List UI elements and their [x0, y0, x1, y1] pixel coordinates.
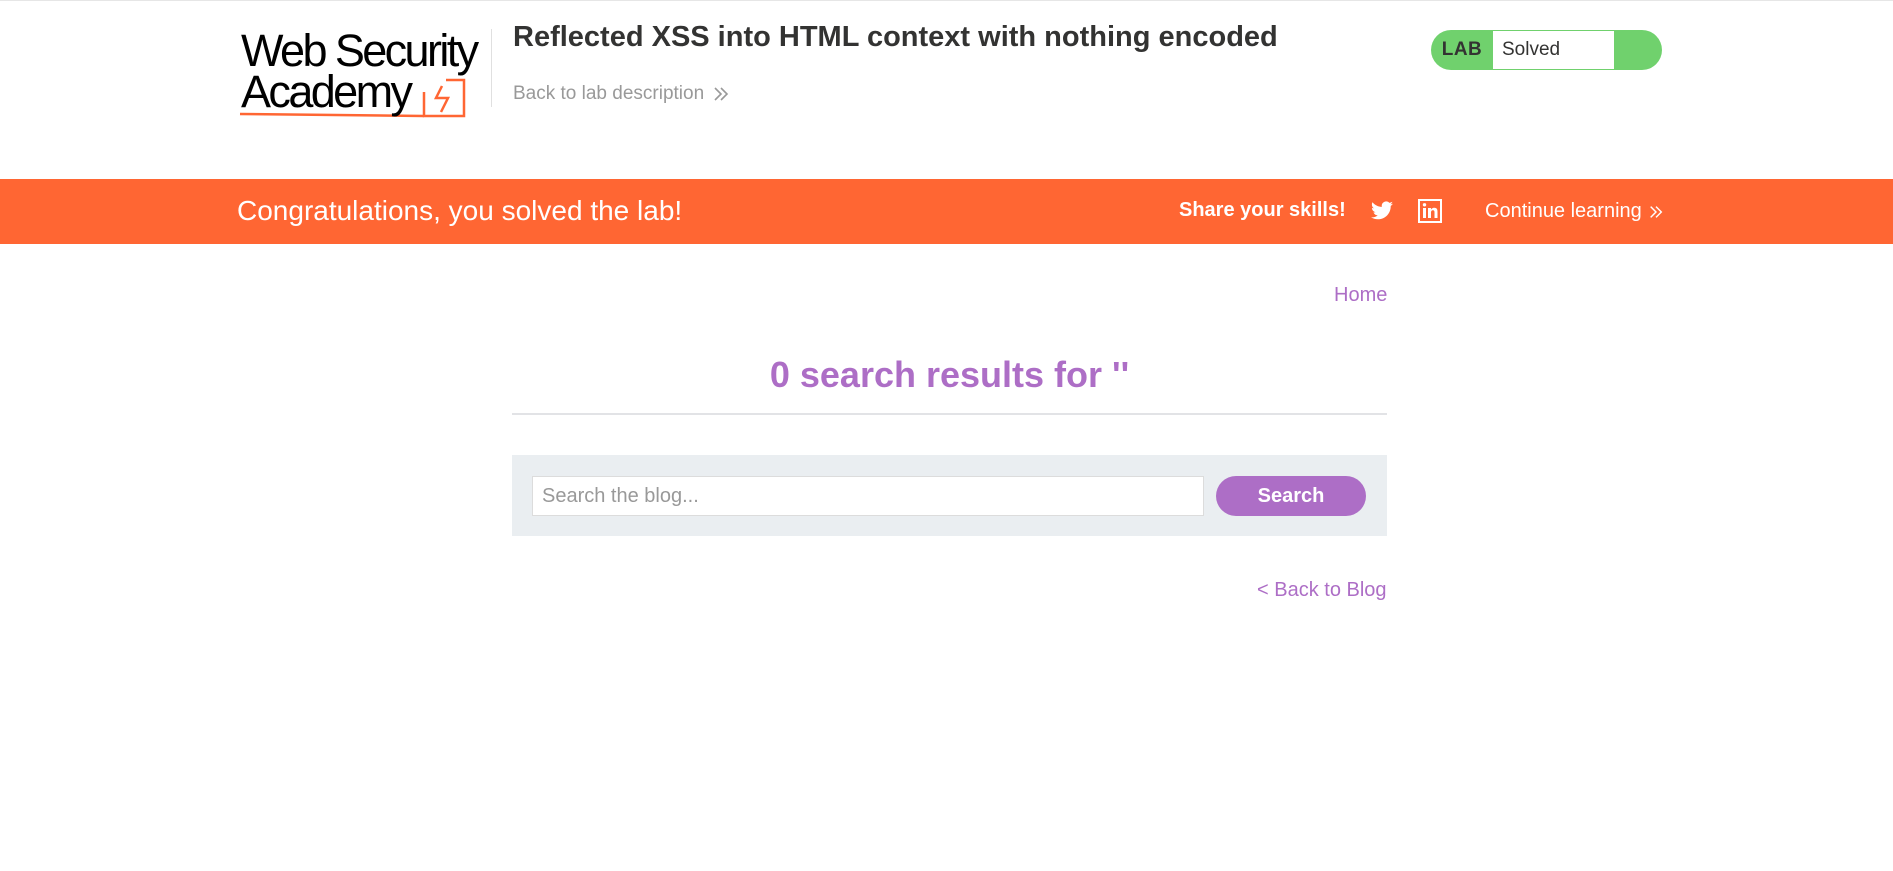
- search-button[interactable]: Search: [1216, 476, 1366, 516]
- twitter-icon[interactable]: [1369, 199, 1395, 223]
- back-to-blog-link[interactable]: < Back to Blog: [1257, 579, 1387, 602]
- blog-search-panel: Search: [512, 455, 1387, 536]
- search-input[interactable]: [532, 476, 1204, 516]
- linkedin-icon[interactable]: [1417, 199, 1443, 223]
- academy-header: Web Security Academy Reflected XSS into …: [0, 0, 1893, 179]
- lab-title: Reflected XSS into HTML context with not…: [513, 21, 1278, 53]
- share-skills-label: Share your skills!: [1179, 199, 1346, 221]
- lab-status-widget: LAB Solved: [1431, 30, 1662, 70]
- search-results-title: 0 search results for '': [769, 354, 1130, 395]
- continue-learning-label: Continue learning: [1485, 200, 1642, 222]
- double-chevron-right-icon: [714, 87, 729, 101]
- lab-status-state: Solved: [1493, 31, 1614, 69]
- congratulations-message: Congratulations, you solved the lab!: [237, 195, 683, 226]
- home-link[interactable]: Home: [1334, 284, 1387, 307]
- results-divider: [512, 413, 1387, 415]
- continue-learning-link[interactable]: Continue learning: [1485, 200, 1664, 223]
- back-to-lab-description-link[interactable]: Back to lab description: [513, 83, 730, 105]
- logo-line-2: Academy: [241, 66, 413, 117]
- header-divider: [491, 29, 492, 107]
- lab-tag: LAB: [1441, 39, 1483, 60]
- back-link-label: Back to lab description: [513, 83, 705, 104]
- web-security-academy-logo[interactable]: Web Security Academy: [236, 28, 490, 120]
- lab-solved-banner: Congratulations, you solved the lab! Sha…: [0, 179, 1893, 244]
- double-chevron-right-icon: [1649, 205, 1663, 218]
